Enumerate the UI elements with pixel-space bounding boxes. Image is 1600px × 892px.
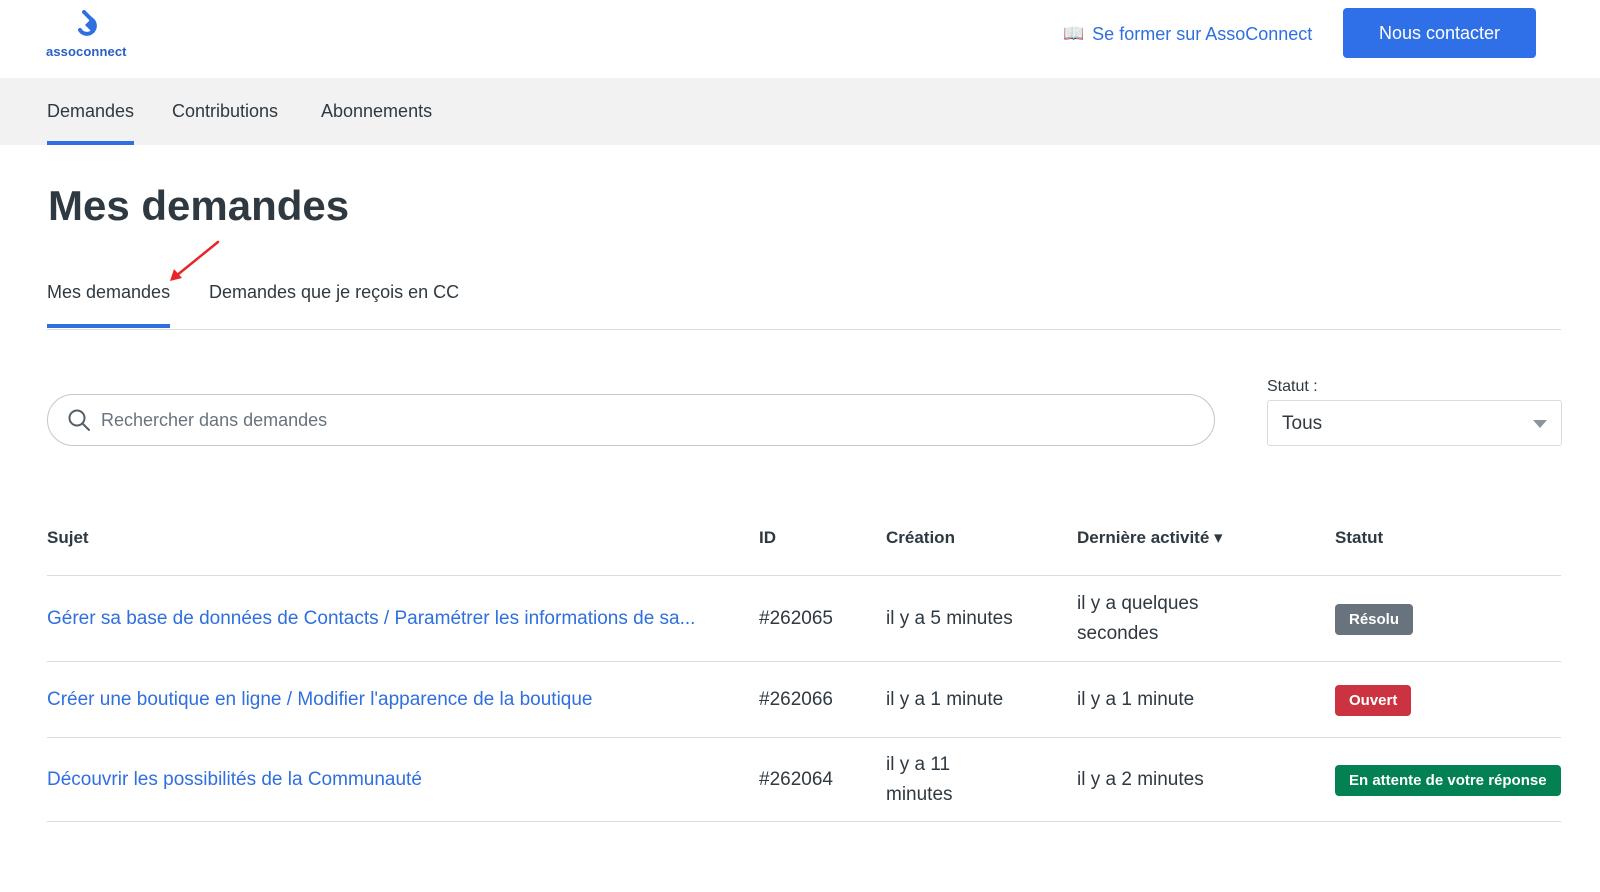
learn-link[interactable]: 📖 Se former sur AssoConnect	[1063, 22, 1312, 46]
request-id: #262064	[759, 769, 833, 790]
created-line-1: il y a 11	[886, 754, 951, 775]
status-badge: Ouvert	[1335, 685, 1412, 716]
page-title: Mes demandes	[48, 182, 350, 229]
status-filter-value: Tous	[1282, 413, 1323, 434]
request-subject-link[interactable]: Découvrir les possibilités de la Communa…	[47, 765, 422, 795]
request-last-activity: il y a 2 minutes	[1077, 769, 1204, 790]
assoconnect-logo[interactable]: assoconnect	[46, 10, 136, 60]
status-filter-label: Statut :	[1267, 378, 1318, 395]
logo-mark-icon	[78, 10, 97, 36]
last-activity-line-1: il y a quelques	[1077, 593, 1199, 614]
column-header-created[interactable]: Création	[886, 528, 955, 548]
last-activity-line-2: secondes	[1077, 623, 1159, 644]
nav-item-demandes[interactable]: Demandes	[47, 78, 135, 145]
header: assoconnect 📖 Se former sur AssoConnect …	[0, 0, 1600, 78]
request-last-activity: il y a quelques secondes	[1077, 589, 1198, 649]
column-header-status[interactable]: Statut	[1335, 528, 1383, 548]
requests-table: Sujet ID Création Dernière activité ▾ St…	[47, 508, 1561, 822]
request-created: il y a 1 minute	[886, 689, 1004, 710]
main-nav: Demandes Contributions Abonnements	[0, 78, 1600, 145]
table-row: Découvrir les possibilités de la Communa…	[47, 738, 1561, 822]
request-created: il y a 5 minutes	[886, 608, 1013, 629]
search-icon	[68, 409, 90, 431]
request-subject-link[interactable]: Créer une boutique en ligne / Modifier l…	[47, 685, 593, 715]
request-last-activity: il y a 1 minute	[1077, 689, 1195, 710]
column-header-subject[interactable]: Sujet	[47, 528, 89, 548]
table-row: Créer une boutique en ligne / Modifier l…	[47, 662, 1561, 738]
request-id: #262066	[759, 689, 833, 710]
search-input[interactable]	[101, 409, 1101, 431]
created-line-2: minutes	[886, 784, 953, 805]
learn-link-label: Se former sur AssoConnect	[1092, 23, 1313, 44]
request-subject-link[interactable]: Gérer sa base de données de Contacts / P…	[47, 604, 695, 634]
chevron-down-icon	[1533, 420, 1547, 428]
request-created: il y a 11 minutes	[886, 750, 953, 810]
status-filter-select[interactable]: Tous	[1267, 400, 1562, 446]
book-icon: 📖	[1063, 24, 1085, 43]
logo-text: assoconnect	[46, 44, 127, 59]
nav-item-abonnements[interactable]: Abonnements	[321, 78, 432, 145]
status-badge: En attente de votre réponse	[1335, 765, 1561, 796]
column-header-last-activity[interactable]: Dernière activité ▾	[1077, 528, 1223, 548]
request-tabs: Mes demandes Demandes que je reçois en C…	[47, 270, 1561, 330]
search-box[interactable]	[47, 394, 1215, 446]
request-id: #262065	[759, 608, 833, 629]
column-header-id[interactable]: ID	[759, 528, 776, 548]
table-row: Gérer sa base de données de Contacts / P…	[47, 576, 1561, 662]
nav-item-contributions[interactable]: Contributions	[172, 78, 278, 145]
tab-demandes-cc[interactable]: Demandes que je reçois en CC	[209, 282, 459, 328]
table-header: Sujet ID Création Dernière activité ▾ St…	[47, 508, 1561, 576]
contact-button[interactable]: Nous contacter	[1343, 8, 1536, 58]
tab-mes-demandes[interactable]: Mes demandes	[47, 282, 171, 328]
status-badge: Résolu	[1335, 604, 1414, 635]
